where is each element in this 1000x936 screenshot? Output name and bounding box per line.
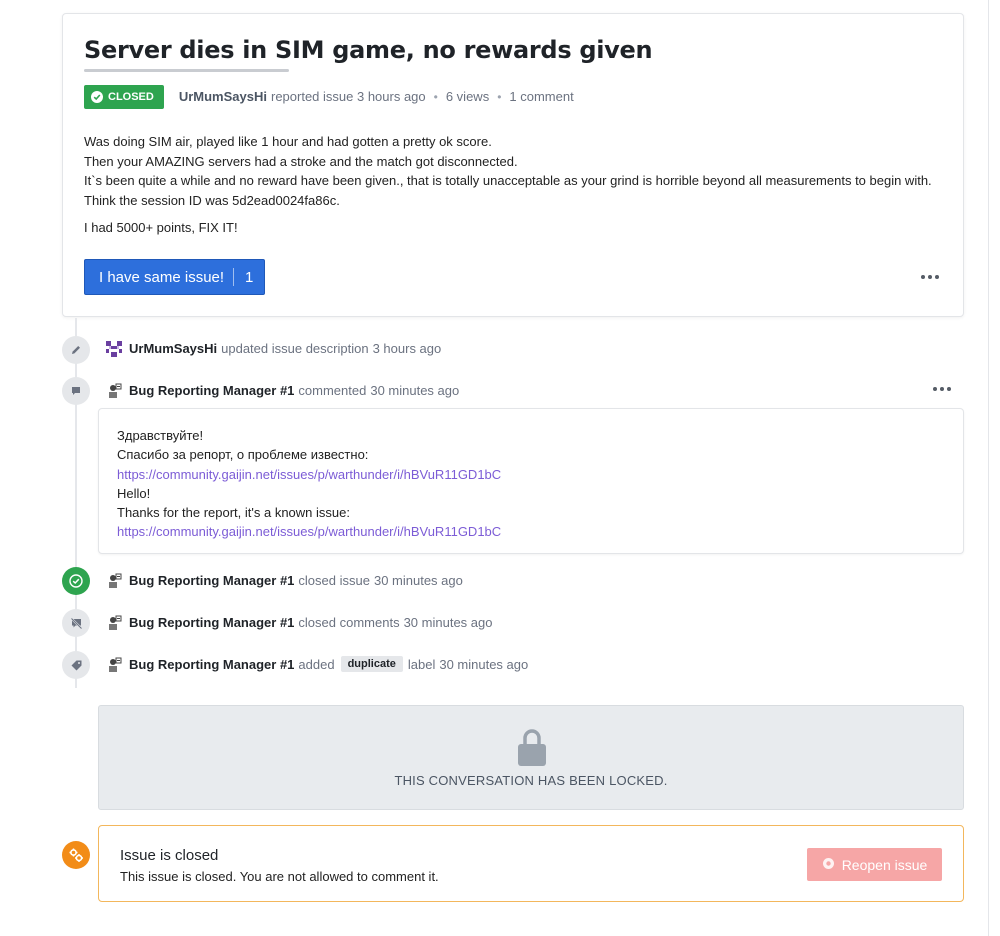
- comment-line: Здравствуйте!: [117, 428, 204, 443]
- avatar: [106, 615, 122, 631]
- issue-closed-notice: Issue is closed This issue is closed. Yo…: [98, 825, 964, 902]
- avatar: [106, 383, 122, 399]
- entry-time: 30 minutes ago: [370, 383, 460, 398]
- comment-body: Здравствуйте! Спасибо за репорт, о пробл…: [98, 408, 964, 554]
- gears-icon: [62, 841, 90, 869]
- reported-text: reported issue 3 hours ago: [270, 89, 426, 104]
- author-link[interactable]: UrMumSaysHi: [179, 89, 267, 104]
- entry-time: 30 minutes ago: [439, 656, 529, 672]
- reopen-label: Reopen issue: [841, 856, 928, 873]
- reopen-issue-button[interactable]: Reopen issue: [807, 848, 942, 881]
- pencil-icon: [62, 336, 90, 364]
- body-line: It`s been quite a while and no reward ha…: [84, 173, 932, 188]
- title-underline: [84, 69, 289, 72]
- avatar: [106, 341, 122, 357]
- comments-count: 1 comment: [509, 89, 574, 104]
- more-horizontal-icon[interactable]: [933, 387, 951, 391]
- more-horizontal-icon[interactable]: [921, 275, 939, 279]
- label-duplicate[interactable]: duplicate: [340, 656, 403, 672]
- timeline-entry-updated: UrMumSaysHi updated issue description 3 …: [129, 341, 441, 356]
- comment-icon: [62, 377, 90, 405]
- entry-time: 30 minutes ago: [403, 615, 493, 630]
- user-link[interactable]: Bug Reporting Manager #1: [129, 657, 294, 672]
- entry-action: added: [298, 656, 335, 672]
- notice-heading: Issue is closed: [120, 847, 219, 864]
- entry-action-after: label: [407, 656, 436, 672]
- same-issue-button[interactable]: I have same issue! 1: [84, 259, 265, 295]
- entry-action: commented: [298, 383, 367, 398]
- issue-link[interactable]: https://community.gaijin.net/issues/p/wa…: [117, 467, 501, 482]
- issue-title: Server dies in SIM game, no rewards give…: [84, 36, 653, 64]
- timeline-entry-label: Bug Reporting Manager #1 added duplicate…: [129, 656, 528, 672]
- check-circle-icon: [91, 90, 103, 103]
- body-line: Then your AMAZING servers had a stroke a…: [84, 153, 518, 169]
- issue-link[interactable]: https://community.gaijin.net/issues/p/wa…: [117, 524, 501, 539]
- issue-meta: CLOSED UrMumSaysHi reported issue 3 hour…: [84, 84, 574, 109]
- same-issue-count: 1: [245, 268, 254, 286]
- entry-action: closed comments: [298, 615, 400, 630]
- status-badge: CLOSED: [84, 84, 164, 109]
- user-link[interactable]: Bug Reporting Manager #1: [129, 615, 294, 630]
- timeline-entry-closed: Bug Reporting Manager #1 closed issue 30…: [129, 573, 463, 588]
- scrollbar-edge: [988, 0, 989, 936]
- user-link[interactable]: Bug Reporting Manager #1: [129, 383, 294, 398]
- locked-notice: THIS CONVERSATION HAS BEEN LOCKED.: [98, 705, 964, 810]
- bug-icon: [822, 857, 835, 873]
- tag-icon: [62, 651, 90, 679]
- views-count: 6 views: [445, 89, 490, 104]
- issue-card: Server dies in SIM game, no rewards give…: [62, 13, 964, 317]
- meta-separator: •: [497, 89, 502, 104]
- issue-body: Was doing SIM air, played like 1 hour an…: [84, 132, 954, 210]
- avatar: [106, 573, 122, 589]
- user-link[interactable]: UrMumSaysHi: [129, 341, 217, 356]
- user-link[interactable]: Bug Reporting Manager #1: [129, 573, 294, 588]
- locked-message: THIS CONVERSATION HAS BEEN LOCKED.: [394, 773, 668, 788]
- check-icon: [62, 567, 90, 595]
- body-paragraph: I had 5000+ points, FIX IT!: [84, 220, 238, 235]
- entry-action: updated issue description: [221, 341, 369, 356]
- comment-line: Hello!: [117, 485, 151, 501]
- entry-time: 3 hours ago: [372, 341, 442, 356]
- comment-off-icon: [62, 609, 90, 637]
- entry-action: closed issue: [298, 573, 370, 588]
- entry-time: 30 minutes ago: [373, 573, 463, 588]
- lock-icon: [518, 728, 546, 769]
- comment-line: Thanks for the report, it's a known issu…: [117, 505, 350, 521]
- same-issue-label: I have same issue!: [99, 268, 225, 286]
- status-label: CLOSED: [108, 90, 154, 103]
- body-line: Think the session ID was 5d2ead0024fa86c…: [84, 192, 340, 208]
- avatar: [106, 657, 122, 673]
- comment-line: Спасибо за репорт, о проблеме известно:: [117, 447, 369, 463]
- body-line: Was doing SIM air, played like 1 hour an…: [84, 134, 492, 149]
- timeline-entry-closed-comments: Bug Reporting Manager #1 closed comments…: [129, 615, 492, 630]
- meta-separator: •: [433, 89, 438, 104]
- timeline-entry-commented: Bug Reporting Manager #1 commented 30 mi…: [129, 383, 459, 398]
- notice-text: This issue is closed. You are not allowe…: [120, 869, 439, 884]
